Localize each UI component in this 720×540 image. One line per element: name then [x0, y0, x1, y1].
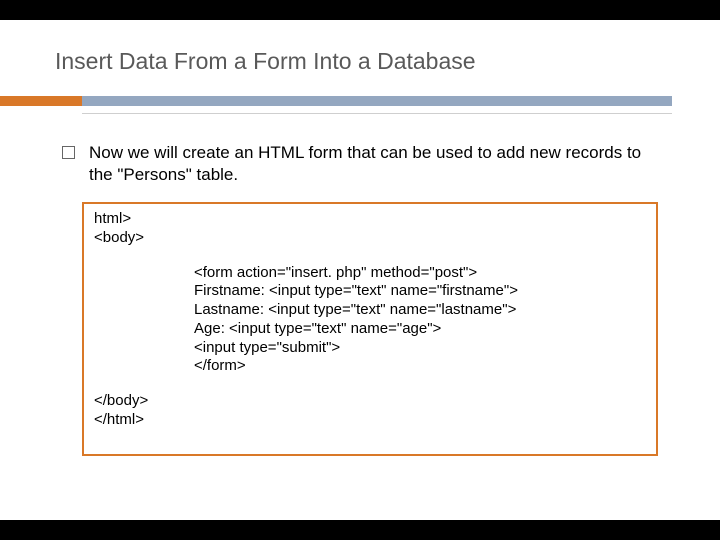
accent-grayblue [82, 96, 672, 106]
code-line: Age: <input type="text" name="age"> [194, 320, 646, 339]
bullet-row: Now we will create an HTML form that can… [62, 142, 662, 186]
code-inner-block: <form action="insert. php" method="post"… [194, 264, 646, 377]
accent-bar [0, 96, 672, 106]
slide-title: Insert Data From a Form Into a Database [55, 48, 476, 75]
code-line: </form> [194, 357, 646, 376]
accent-orange [0, 96, 82, 106]
slide: Insert Data From a Form Into a Database … [0, 20, 720, 520]
code-line: </html> [94, 411, 646, 430]
divider-line [82, 113, 672, 114]
code-line: <input type="submit"> [194, 339, 646, 358]
code-box: html> <body> <form action="insert. php" … [82, 202, 658, 456]
code-line: </body> [94, 392, 646, 411]
bullet-square-icon [62, 146, 75, 159]
code-line: html> [94, 210, 646, 229]
code-line: Firstname: <input type="text" name="firs… [194, 282, 646, 301]
bullet-text: Now we will create an HTML form that can… [89, 142, 662, 186]
code-line: <body> [94, 229, 646, 248]
code-line: Lastname: <input type="text" name="lastn… [194, 301, 646, 320]
code-line: <form action="insert. php" method="post"… [194, 264, 646, 283]
